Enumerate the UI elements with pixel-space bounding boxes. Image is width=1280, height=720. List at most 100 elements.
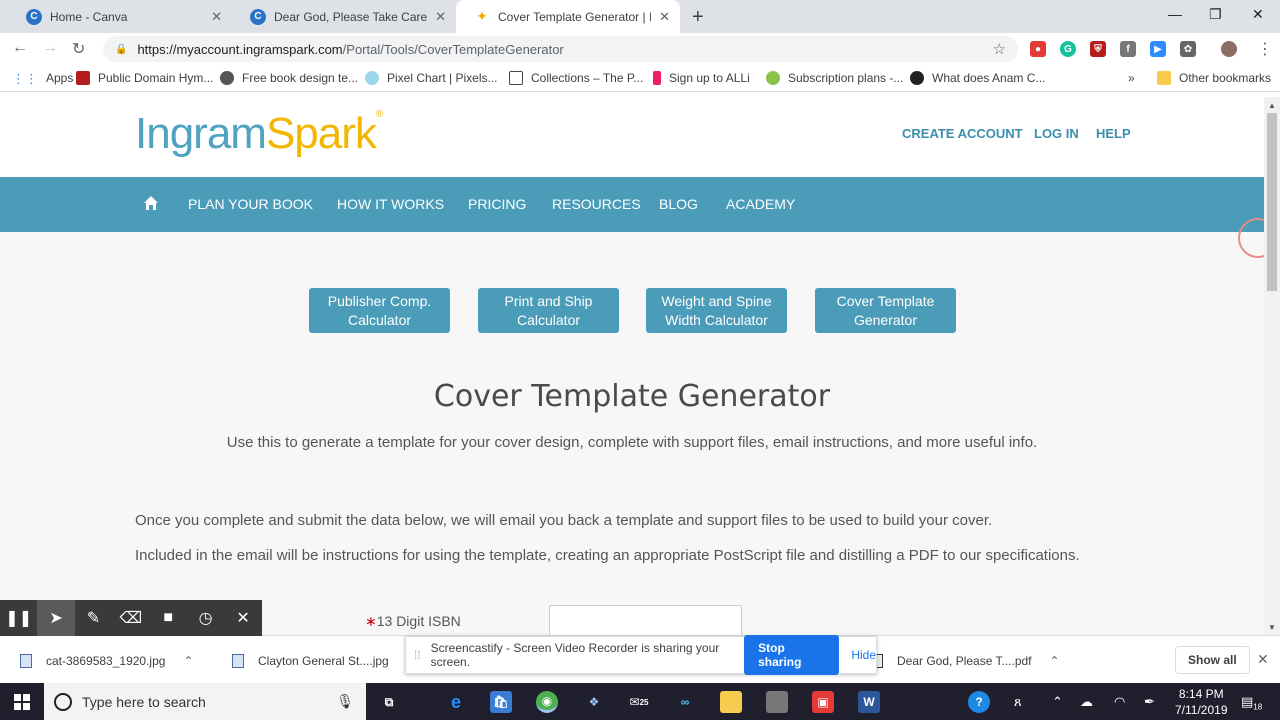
microphone-icon[interactable]: 🎙 [336,693,354,710]
bookmark-public-domain[interactable]: Public Domain Hym... [76,71,213,85]
tab-canva-home[interactable]: C Home - Canva ✕ [8,0,232,33]
reload-icon[interactable]: ↻ [72,39,85,59]
download-item[interactable]: cat-3869583_1920.jpg ⌃ [20,654,194,668]
extension-grammarly-icon[interactable]: G [1060,41,1076,57]
nav-resources[interactable]: RESOURCES [552,196,641,212]
eraser-icon[interactable]: ⌫ [112,600,149,636]
extension-shield-icon[interactable]: ⛨ [1090,41,1106,57]
back-arrow-icon[interactable]: ← [12,39,28,57]
forward-arrow-icon[interactable]: → [42,39,58,57]
people-icon[interactable]: ጸ [1014,694,1022,710]
bookmark-alli[interactable]: Sign up to ALLi [653,71,750,85]
other-bookmarks[interactable]: Other bookmarks [1157,71,1271,85]
new-tab-button[interactable]: + [692,6,704,29]
extension-screencastify-icon[interactable]: ● [1030,41,1046,57]
cover-template-generator-button[interactable]: Cover Template Generator [815,288,956,333]
pause-icon[interactable]: ❚❚ [0,600,37,636]
windows-taskbar: Type here to search 🎙 ⧉ e 🛍 ◉ ❖ ✉ 25 ∞ ▣ … [0,683,1280,720]
publisher-comp-calculator-button[interactable]: Publisher Comp. Calculator [309,288,450,333]
bookmarks-overflow[interactable]: » [1128,71,1135,85]
intro-paragraph: Once you complete and submit the data be… [135,512,993,529]
tab-close-icon[interactable]: ✕ [211,9,222,25]
create-account-link[interactable]: CREATE ACCOUNT [902,126,1023,141]
bookmark-pixel-chart[interactable]: Pixel Chart | Pixels... [365,71,497,85]
tab-close-icon[interactable]: ✕ [659,9,670,25]
close-shelf-icon[interactable]: ✕ [1257,651,1269,668]
tab-dear-god[interactable]: C Dear God, Please Take Care of Ra ✕ [232,0,456,33]
chevron-up-icon[interactable]: ⌃ [183,654,193,668]
wifi-icon[interactable]: ◠ [1114,694,1125,710]
bookmark-free-book-design[interactable]: Free book design te... [220,71,358,85]
bookmark-subscription[interactable]: Subscription plans -... [766,71,903,85]
show-all-downloads-button[interactable]: Show all [1175,646,1250,674]
print-and-ship-calculator-button[interactable]: Print and Ship Calculator [478,288,619,333]
tab-cover-template-generator[interactable]: ✦ Cover Template Generator | Ingra ✕ [456,0,680,33]
chrome-menu-icon[interactable]: ⋮ [1257,39,1273,59]
scroll-up-arrow-icon[interactable]: ▲ [1268,101,1276,110]
word-icon[interactable]: W [858,691,880,713]
chrome-icon[interactable]: ◉ [536,691,558,713]
bookmark-label: Subscription plans -... [788,71,904,85]
taskbar-clock[interactable]: 8:14 PM 7/11/2019 [1175,686,1228,718]
bookmark-collections[interactable]: Collections – The P... [509,71,643,85]
pen-workspace-icon[interactable]: ✒ [1144,694,1155,710]
nav-how-it-works[interactable]: HOW IT WORKS [337,196,444,212]
profile-avatar[interactable] [1221,41,1237,57]
ingramspark-logo[interactable]: IngramSpark® [135,109,383,159]
onedrive-icon[interactable]: ☁ [1080,694,1093,710]
bookmark-star-icon[interactable]: ☆ [993,40,1006,58]
dropbox-icon[interactable]: ❖ [583,691,605,713]
address-bar[interactable]: 🔒 https://myaccount.ingramspark.com/Port… [103,36,1018,62]
bookmark-anam[interactable]: What does Anam C... [910,71,1045,85]
close-icon[interactable]: ✕ [224,600,261,636]
weight-spine-width-calculator-button[interactable]: Weight and Spine Width Calculator [646,288,787,333]
nav-plan-your-book[interactable]: PLAN YOUR BOOK [188,196,313,212]
log-in-link[interactable]: LOG IN [1034,126,1079,141]
close-window-button[interactable]: ✕ [1252,6,1264,23]
nav-academy[interactable]: ACADEMY [726,196,795,212]
pen-icon[interactable]: ✎ [75,600,112,636]
edge-icon[interactable]: e [445,691,467,713]
globe-icon [220,71,234,85]
download-item[interactable]: Clayton General St....jpg ⌃ [232,654,417,668]
taskbar-search[interactable]: Type here to search 🎙 [44,683,366,720]
windows-start-icon[interactable] [14,694,30,710]
scroll-down-arrow-icon[interactable]: ▼ [1268,623,1276,632]
drag-handle-icon[interactable]: ⁞⁞ [414,648,421,662]
stop-sharing-button[interactable]: Stop sharing [744,635,840,675]
extension-facebook-icon[interactable]: f [1120,41,1136,57]
scrollbar-thumb[interactable] [1267,113,1277,291]
image-file-icon [232,654,244,668]
nav-pricing[interactable]: PRICING [468,196,526,212]
infinity-icon[interactable]: ∞ [674,691,696,713]
timer-icon[interactable]: ◷ [187,600,224,636]
video-app-icon[interactable]: ▣ [812,691,834,713]
nav-blog[interactable]: BLOG [659,196,698,212]
task-view-icon[interactable]: ⧉ [378,691,400,713]
app-icon[interactable] [766,691,788,713]
mail-icon[interactable]: ✉ 25 [628,691,650,713]
home-icon[interactable] [143,195,159,211]
folder-icon [1157,71,1171,85]
file-explorer-icon[interactable] [720,691,742,713]
download-item[interactable]: Dear God, Please T....pdf ⌃ [871,654,1060,668]
bookmark-label: Apps [46,71,74,85]
restore-button[interactable]: ❐ [1209,6,1222,23]
pointer-icon[interactable]: ➤ [37,600,75,636]
chevron-up-icon[interactable]: ⌃ [1050,654,1060,668]
help-icon[interactable]: ? [968,691,990,713]
help-link[interactable]: HELP [1096,126,1131,141]
isbn-input[interactable] [549,605,742,635]
tab-close-icon[interactable]: ✕ [435,9,446,25]
hide-button[interactable]: Hide [851,648,876,662]
tab-title: Dear God, Please Take Care of Ra [274,9,428,24]
bookmark-apps[interactable]: ⋮⋮ Apps [12,71,74,86]
minimize-button[interactable]: — [1168,6,1182,22]
notifications-icon[interactable]: ▤18 [1241,694,1262,712]
page-scrollbar[interactable]: ▲ ▼ [1264,97,1280,635]
store-icon[interactable]: 🛍 [490,691,512,713]
camera-icon[interactable]: ■ [150,600,187,636]
extension-zoom-icon[interactable]: ▶ [1150,41,1166,57]
tray-chevron-up-icon[interactable]: ⌃ [1052,694,1063,710]
extension-misc-icon[interactable]: ✿ [1180,41,1196,57]
